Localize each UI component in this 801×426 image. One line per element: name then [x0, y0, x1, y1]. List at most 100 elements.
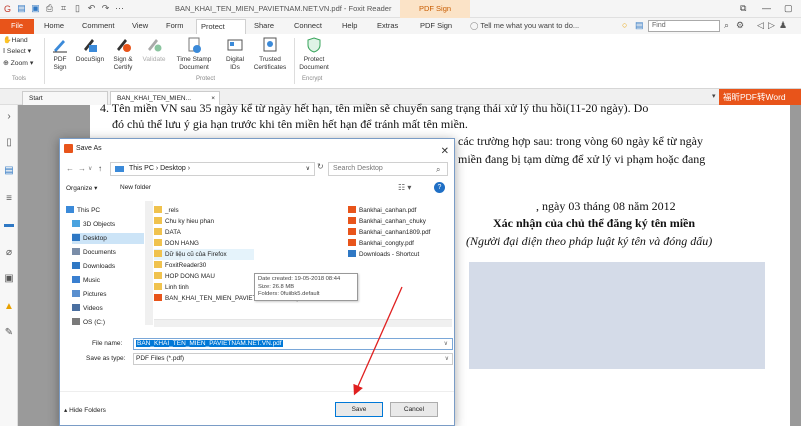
file-list-item[interactable]: Bankhai_canhan1809.pdf [348, 227, 450, 238]
file-list-item[interactable]: Downloads - Shortcut [348, 249, 450, 260]
redo-icon[interactable]: ↷ [100, 3, 111, 14]
tab-file[interactable]: File [0, 19, 34, 34]
nav-item[interactable]: This PC [66, 205, 144, 216]
file-list-item[interactable]: Bankhai_canhan.pdf [348, 205, 450, 216]
back-arrow-icon[interactable]: ← [66, 164, 74, 173]
tab-connect[interactable]: Connect [290, 19, 326, 34]
chevron-down-icon[interactable]: ∨ [443, 339, 449, 349]
clipboard-icon[interactable]: ▯ [72, 3, 83, 14]
tab-start[interactable]: Start [22, 91, 108, 105]
left-sidebar: › ▯ ▤ ≡ ▬ ⌀ ▣ ▲ ✎ [0, 105, 18, 426]
minimize-icon[interactable]: — [762, 3, 771, 13]
protect-document-button[interactable]: Protect Document [296, 36, 332, 71]
nav-item[interactable]: OS (C:) [72, 317, 144, 328]
customize-icon[interactable]: ⋯ [114, 3, 125, 14]
file-list-item[interactable]: _rels [154, 205, 254, 216]
nav-item[interactable]: Desktop [72, 233, 144, 244]
recent-locations-icon[interactable]: ∨ [88, 165, 92, 172]
file-list-item[interactable]: Chu ky hieu phan [154, 216, 254, 227]
nav-item[interactable]: Videos [72, 303, 144, 314]
trusted-certificates-button[interactable]: Trusted Certificates [250, 36, 290, 71]
tab-help[interactable]: Help [338, 19, 361, 34]
chevron-down-icon[interactable]: ∨ [306, 163, 310, 175]
file-list-item[interactable]: Bankhai_canhan_chuky [348, 216, 450, 227]
zoom-tool[interactable]: ⊕ Zoom ▾ [3, 59, 33, 67]
promo-banner[interactable]: 福昕PDF转Word [719, 89, 801, 105]
nav-item[interactable]: Music [72, 275, 144, 286]
time-stamp-button[interactable]: Time Stamp Document [172, 36, 216, 71]
snapshot-icon[interactable]: ⌗ [58, 3, 69, 14]
file-list-item[interactable]: HOP DONG MAU [154, 271, 254, 282]
restore-icon[interactable]: ⧉ [740, 3, 746, 14]
view-options-icon[interactable]: ☷ ▾ [398, 183, 411, 192]
find-options-icon[interactable]: ▤ [635, 20, 644, 31]
tab-form[interactable]: Form [162, 19, 188, 34]
comments-icon[interactable]: ▬ [3, 219, 15, 231]
file-list-item[interactable]: Bankhai_congty.pdf [348, 238, 450, 249]
find-input[interactable]: Find [648, 20, 720, 32]
organize-button[interactable]: Organize ▾ [66, 184, 97, 192]
file-list-item[interactable]: FoxitReader30 [154, 260, 254, 271]
horizontal-scrollbar[interactable] [154, 319, 452, 327]
search-icon[interactable]: ⌕ [724, 20, 729, 31]
docusign-button[interactable]: DocuSign [74, 36, 106, 64]
sign-certify-button[interactable]: Sign & Certify [108, 36, 138, 71]
hand-tool[interactable]: ✋Hand [3, 36, 28, 44]
tab-home[interactable]: Home [40, 19, 68, 34]
tab-share[interactable]: Share [250, 19, 278, 34]
cancel-button[interactable]: Cancel [390, 402, 438, 417]
attachments-icon[interactable]: ⌀ [3, 247, 15, 259]
file-name-field[interactable]: BAN_KHAI_TEN_MIEN_PAVIETNAM.NET.VN.pdf ∨ [133, 338, 453, 350]
settings-icon[interactable]: ⚙ [736, 20, 744, 31]
up-arrow-icon[interactable]: ↑ [98, 164, 102, 173]
validate-button[interactable]: Validate [140, 36, 168, 64]
tab-view[interactable]: View [128, 19, 152, 34]
nav-item[interactable]: Pictures [72, 289, 144, 300]
digital-id-icon [227, 39, 243, 51]
hand-label: Hand [11, 37, 28, 44]
tab-extras[interactable]: Extras [373, 19, 402, 34]
tab-comment[interactable]: Comment [78, 19, 119, 34]
search-input[interactable]: Search Desktop [328, 162, 448, 176]
maximize-icon[interactable]: ▢ [784, 3, 793, 14]
select-tool[interactable]: Ⅰ Select ▾ [3, 47, 31, 55]
search-icon[interactable]: ⌕ [436, 165, 440, 175]
back-icon[interactable]: ◁ [757, 20, 764, 31]
nav-scrollbar[interactable] [145, 201, 153, 325]
forward-arrow-icon[interactable]: → [78, 164, 86, 173]
tell-me-box[interactable]: ◯ Tell me what you want to do... [470, 21, 579, 30]
file-list-item[interactable]: DATA [154, 227, 254, 238]
user-icon[interactable]: ♟ [779, 20, 787, 31]
file-list-item[interactable]: DON HANG [154, 238, 254, 249]
breadcrumb[interactable]: This PC › Desktop › ∨ [110, 162, 315, 176]
page-thumbnails-icon[interactable]: ▯ [3, 137, 15, 149]
hide-folders-toggle[interactable]: ▴ Hide Folders [64, 406, 106, 414]
chevron-down-icon[interactable]: ∨ [445, 354, 449, 364]
help-icon[interactable]: ? [434, 182, 445, 193]
print-icon[interactable]: ⎙ [44, 3, 55, 14]
new-folder-button[interactable]: New folder [120, 184, 151, 191]
pdf-sign-button[interactable]: PDF Sign [48, 36, 72, 71]
security-icon[interactable]: ▲ [3, 301, 15, 313]
digital-ids-button[interactable]: Digital IDs [222, 36, 248, 71]
nav-item[interactable]: Documents [72, 247, 144, 258]
tab-list-icon[interactable]: ▾ [712, 92, 716, 100]
nav-item[interactable]: Downloads [72, 261, 144, 272]
file-list-item[interactable]: Dữ liệu cũ của Firefox [154, 249, 254, 260]
save-icon[interactable]: ▣ [30, 3, 41, 14]
tab-pdf-sign[interactable]: PDF Sign [416, 19, 456, 34]
expand-icon[interactable]: › [3, 111, 15, 123]
layers-icon[interactable]: ≡ [3, 193, 15, 205]
bookmarks-icon[interactable]: ▤ [3, 165, 15, 177]
save-button[interactable]: Save [335, 402, 383, 417]
save-type-select[interactable]: PDF Files (*.pdf) ∨ [133, 353, 453, 365]
signatures-icon[interactable]: ▣ [3, 273, 15, 285]
lightbulb-icon[interactable]: ○ [622, 20, 627, 30]
nav-item[interactable]: 3D Objects [72, 219, 144, 230]
pen-tool-icon[interactable]: ✎ [3, 327, 15, 339]
open-icon[interactable]: ▤ [16, 3, 27, 14]
file-list-item[interactable]: Linh tinh [154, 282, 254, 293]
forward-icon[interactable]: ▷ [768, 20, 775, 31]
undo-icon[interactable]: ↶ [86, 3, 97, 14]
tab-protect[interactable]: Protect [196, 19, 246, 34]
